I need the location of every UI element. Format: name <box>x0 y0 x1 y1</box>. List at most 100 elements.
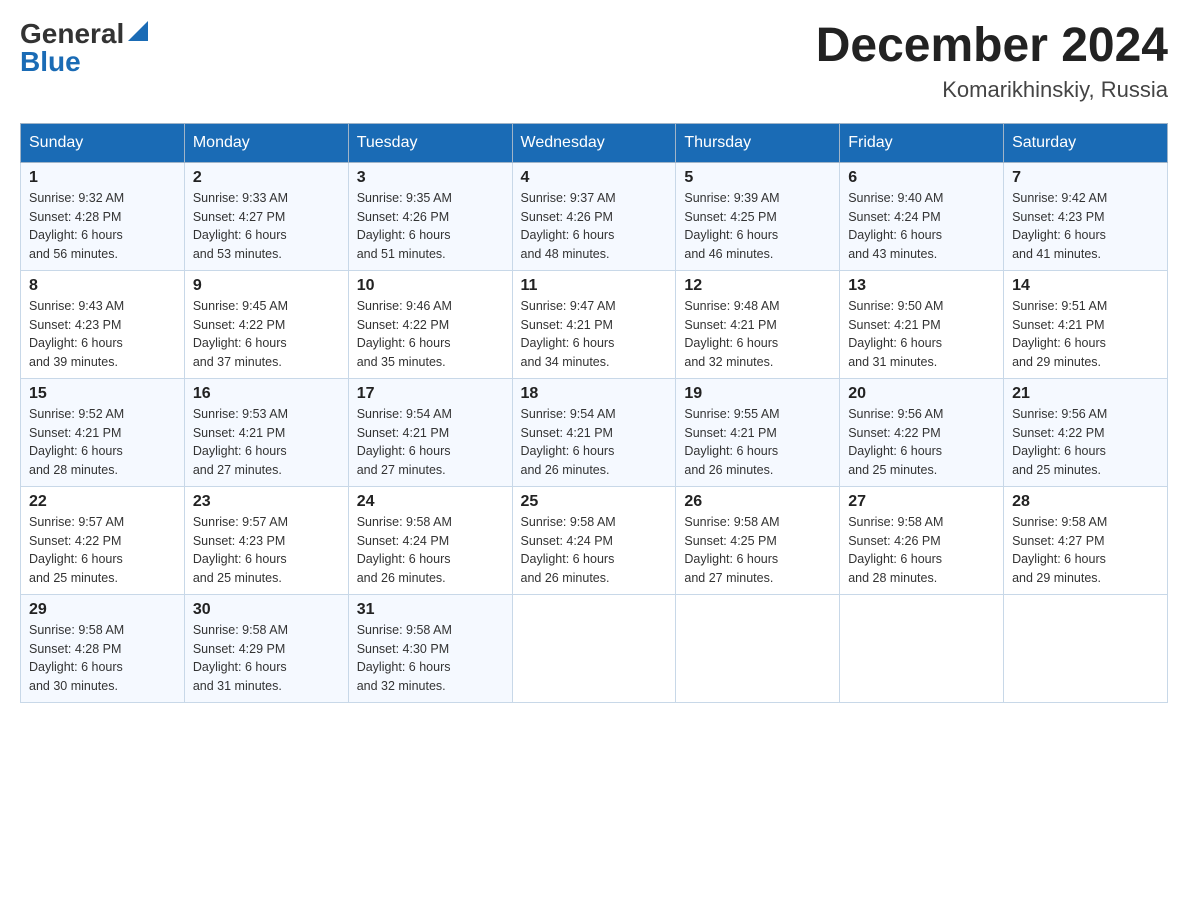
day-cell-9: 9 Sunrise: 9:45 AM Sunset: 4:22 PM Dayli… <box>184 270 348 378</box>
day-cell-23: 23 Sunrise: 9:57 AM Sunset: 4:23 PM Dayl… <box>184 486 348 594</box>
day-cell-20: 20 Sunrise: 9:56 AM Sunset: 4:22 PM Dayl… <box>840 378 1004 486</box>
day-number: 19 <box>684 385 831 403</box>
week-row-5: 29 Sunrise: 9:58 AM Sunset: 4:28 PM Dayl… <box>21 594 1168 702</box>
day-number: 26 <box>684 493 831 511</box>
day-cell-5: 5 Sunrise: 9:39 AM Sunset: 4:25 PM Dayli… <box>676 162 840 270</box>
day-cell-8: 8 Sunrise: 9:43 AM Sunset: 4:23 PM Dayli… <box>21 270 185 378</box>
week-row-4: 22 Sunrise: 9:57 AM Sunset: 4:22 PM Dayl… <box>21 486 1168 594</box>
day-info: Sunrise: 9:58 AM Sunset: 4:25 PM Dayligh… <box>684 515 779 585</box>
day-number: 9 <box>193 277 340 295</box>
day-cell-1: 1 Sunrise: 9:32 AM Sunset: 4:28 PM Dayli… <box>21 162 185 270</box>
month-title: December 2024 <box>816 20 1168 73</box>
day-number: 15 <box>29 385 176 403</box>
day-info: Sunrise: 9:58 AM Sunset: 4:24 PM Dayligh… <box>357 515 452 585</box>
weekday-header-row: SundayMondayTuesdayWednesdayThursdayFrid… <box>21 123 1168 162</box>
day-info: Sunrise: 9:58 AM Sunset: 4:27 PM Dayligh… <box>1012 515 1107 585</box>
day-cell-19: 19 Sunrise: 9:55 AM Sunset: 4:21 PM Dayl… <box>676 378 840 486</box>
day-cell-16: 16 Sunrise: 9:53 AM Sunset: 4:21 PM Dayl… <box>184 378 348 486</box>
day-number: 23 <box>193 493 340 511</box>
day-info: Sunrise: 9:54 AM Sunset: 4:21 PM Dayligh… <box>357 407 452 477</box>
day-number: 6 <box>848 169 995 187</box>
empty-cell <box>512 594 676 702</box>
week-row-1: 1 Sunrise: 9:32 AM Sunset: 4:28 PM Dayli… <box>21 162 1168 270</box>
day-number: 20 <box>848 385 995 403</box>
day-cell-14: 14 Sunrise: 9:51 AM Sunset: 4:21 PM Dayl… <box>1004 270 1168 378</box>
empty-cell <box>840 594 1004 702</box>
day-info: Sunrise: 9:45 AM Sunset: 4:22 PM Dayligh… <box>193 299 288 369</box>
day-number: 5 <box>684 169 831 187</box>
weekday-header-saturday: Saturday <box>1004 123 1168 162</box>
day-cell-4: 4 Sunrise: 9:37 AM Sunset: 4:26 PM Dayli… <box>512 162 676 270</box>
day-cell-13: 13 Sunrise: 9:50 AM Sunset: 4:21 PM Dayl… <box>840 270 1004 378</box>
day-info: Sunrise: 9:57 AM Sunset: 4:23 PM Dayligh… <box>193 515 288 585</box>
day-cell-26: 26 Sunrise: 9:58 AM Sunset: 4:25 PM Dayl… <box>676 486 840 594</box>
day-cell-18: 18 Sunrise: 9:54 AM Sunset: 4:21 PM Dayl… <box>512 378 676 486</box>
day-number: 11 <box>521 277 668 295</box>
day-number: 30 <box>193 601 340 619</box>
day-info: Sunrise: 9:48 AM Sunset: 4:21 PM Dayligh… <box>684 299 779 369</box>
day-info: Sunrise: 9:53 AM Sunset: 4:21 PM Dayligh… <box>193 407 288 477</box>
day-cell-28: 28 Sunrise: 9:58 AM Sunset: 4:27 PM Dayl… <box>1004 486 1168 594</box>
week-row-3: 15 Sunrise: 9:52 AM Sunset: 4:21 PM Dayl… <box>21 378 1168 486</box>
day-info: Sunrise: 9:43 AM Sunset: 4:23 PM Dayligh… <box>29 299 124 369</box>
day-number: 10 <box>357 277 504 295</box>
weekday-header-wednesday: Wednesday <box>512 123 676 162</box>
day-number: 31 <box>357 601 504 619</box>
day-cell-22: 22 Sunrise: 9:57 AM Sunset: 4:22 PM Dayl… <box>21 486 185 594</box>
day-info: Sunrise: 9:58 AM Sunset: 4:24 PM Dayligh… <box>521 515 616 585</box>
day-number: 4 <box>521 169 668 187</box>
day-cell-12: 12 Sunrise: 9:48 AM Sunset: 4:21 PM Dayl… <box>676 270 840 378</box>
day-number: 12 <box>684 277 831 295</box>
day-cell-7: 7 Sunrise: 9:42 AM Sunset: 4:23 PM Dayli… <box>1004 162 1168 270</box>
day-info: Sunrise: 9:42 AM Sunset: 4:23 PM Dayligh… <box>1012 191 1107 261</box>
day-cell-27: 27 Sunrise: 9:58 AM Sunset: 4:26 PM Dayl… <box>840 486 1004 594</box>
day-info: Sunrise: 9:58 AM Sunset: 4:26 PM Dayligh… <box>848 515 943 585</box>
day-number: 3 <box>357 169 504 187</box>
day-number: 18 <box>521 385 668 403</box>
day-info: Sunrise: 9:56 AM Sunset: 4:22 PM Dayligh… <box>848 407 943 477</box>
day-info: Sunrise: 9:52 AM Sunset: 4:21 PM Dayligh… <box>29 407 124 477</box>
day-info: Sunrise: 9:57 AM Sunset: 4:22 PM Dayligh… <box>29 515 124 585</box>
weekday-header-thursday: Thursday <box>676 123 840 162</box>
day-number: 28 <box>1012 493 1159 511</box>
day-number: 27 <box>848 493 995 511</box>
day-info: Sunrise: 9:54 AM Sunset: 4:21 PM Dayligh… <box>521 407 616 477</box>
day-info: Sunrise: 9:33 AM Sunset: 4:27 PM Dayligh… <box>193 191 288 261</box>
day-info: Sunrise: 9:58 AM Sunset: 4:28 PM Dayligh… <box>29 623 124 693</box>
day-info: Sunrise: 9:37 AM Sunset: 4:26 PM Dayligh… <box>521 191 616 261</box>
empty-cell <box>676 594 840 702</box>
day-info: Sunrise: 9:58 AM Sunset: 4:29 PM Dayligh… <box>193 623 288 693</box>
day-cell-10: 10 Sunrise: 9:46 AM Sunset: 4:22 PM Dayl… <box>348 270 512 378</box>
day-cell-29: 29 Sunrise: 9:58 AM Sunset: 4:28 PM Dayl… <box>21 594 185 702</box>
day-cell-3: 3 Sunrise: 9:35 AM Sunset: 4:26 PM Dayli… <box>348 162 512 270</box>
day-number: 25 <box>521 493 668 511</box>
day-info: Sunrise: 9:40 AM Sunset: 4:24 PM Dayligh… <box>848 191 943 261</box>
calendar-table: SundayMondayTuesdayWednesdayThursdayFrid… <box>20 123 1168 703</box>
logo[interactable]: General Blue <box>20 20 148 76</box>
day-number: 2 <box>193 169 340 187</box>
weekday-header-sunday: Sunday <box>21 123 185 162</box>
day-number: 29 <box>29 601 176 619</box>
day-cell-6: 6 Sunrise: 9:40 AM Sunset: 4:24 PM Dayli… <box>840 162 1004 270</box>
week-row-2: 8 Sunrise: 9:43 AM Sunset: 4:23 PM Dayli… <box>21 270 1168 378</box>
day-number: 21 <box>1012 385 1159 403</box>
day-info: Sunrise: 9:50 AM Sunset: 4:21 PM Dayligh… <box>848 299 943 369</box>
day-number: 17 <box>357 385 504 403</box>
day-number: 16 <box>193 385 340 403</box>
day-number: 24 <box>357 493 504 511</box>
location-title: Komarikhinskiy, Russia <box>816 77 1168 103</box>
day-info: Sunrise: 9:58 AM Sunset: 4:30 PM Dayligh… <box>357 623 452 693</box>
day-info: Sunrise: 9:47 AM Sunset: 4:21 PM Dayligh… <box>521 299 616 369</box>
logo-blue: Blue <box>20 46 81 77</box>
day-info: Sunrise: 9:35 AM Sunset: 4:26 PM Dayligh… <box>357 191 452 261</box>
logo-general: General <box>20 20 124 48</box>
day-info: Sunrise: 9:46 AM Sunset: 4:22 PM Dayligh… <box>357 299 452 369</box>
day-cell-30: 30 Sunrise: 9:58 AM Sunset: 4:29 PM Dayl… <box>184 594 348 702</box>
day-info: Sunrise: 9:51 AM Sunset: 4:21 PM Dayligh… <box>1012 299 1107 369</box>
day-number: 7 <box>1012 169 1159 187</box>
title-section: December 2024 Komarikhinskiy, Russia <box>816 20 1168 103</box>
page-header: General Blue December 2024 Komarikhinski… <box>20 20 1168 103</box>
day-cell-11: 11 Sunrise: 9:47 AM Sunset: 4:21 PM Dayl… <box>512 270 676 378</box>
weekday-header-tuesday: Tuesday <box>348 123 512 162</box>
day-cell-2: 2 Sunrise: 9:33 AM Sunset: 4:27 PM Dayli… <box>184 162 348 270</box>
